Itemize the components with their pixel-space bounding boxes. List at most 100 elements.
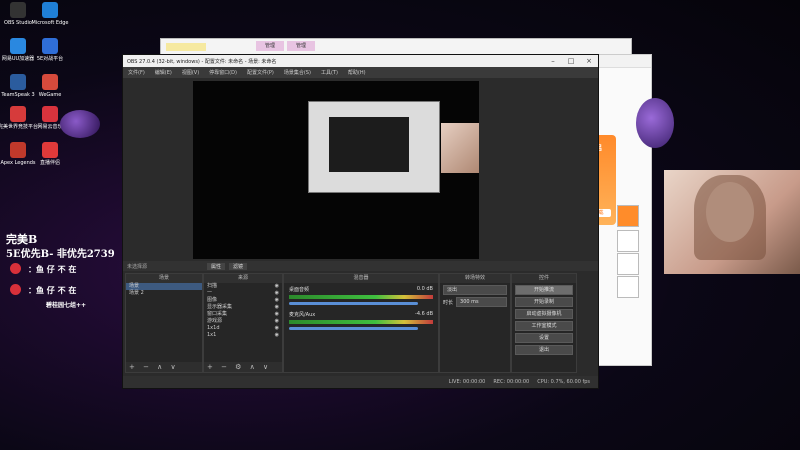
overlay-line5: 碧桂园七组++ [46, 302, 87, 309]
bg-tab-1[interactable]: 管理 [256, 41, 284, 51]
source-item[interactable]: 窗口采集 ◉ [204, 311, 282, 318]
duration-label: 时长 [443, 299, 454, 306]
bg-tab-yellow [166, 43, 206, 51]
menu-item[interactable]: 编辑(E) [150, 69, 177, 76]
source-item[interactable]: 显示器采集 ◉ [204, 304, 282, 311]
source-item[interactable]: 游戏源 ◉ [204, 318, 282, 325]
app-icon [42, 38, 58, 54]
properties-button[interactable]: 属性 [207, 262, 226, 270]
volume-meter [289, 295, 433, 299]
source-item[interactable]: 扫描 ◉ [204, 283, 282, 290]
menu-item[interactable]: 停靠窗口(D) [204, 69, 242, 76]
visibility-icon[interactable]: ◉ [275, 283, 279, 290]
volume-meter [289, 320, 433, 324]
mixer-dock: 混音器 桌面音频 0.0 dB 麦克风/Aux -4.6 dB [283, 273, 439, 373]
transitions-dock: 转场特效 淡出 时长 300 ms [439, 273, 511, 373]
mixer-channel: 麦克风/Aux -4.6 dB [286, 311, 436, 330]
control-button[interactable]: 设置 [515, 333, 573, 343]
menu-item[interactable]: 帮助(H) [343, 69, 371, 76]
visibility-icon[interactable]: ◉ [275, 311, 279, 318]
channel-name: 桌面音频 [289, 287, 310, 293]
source-item[interactable]: 1x1 ◉ [204, 332, 282, 339]
controls-buttons: 开始推流开始录制启动虚拟摄像机 工作室模式设置退出 [512, 285, 576, 355]
app-icon [42, 142, 58, 158]
app-icon [10, 38, 26, 54]
source-label: 图像 [207, 297, 218, 303]
close-icon[interactable]: × [580, 57, 598, 65]
sources-toolbar[interactable]: + − ⚙ ∧ ∨ [204, 362, 282, 372]
maximize-icon[interactable]: □ [562, 57, 580, 65]
desktop-icon-label: WeGame [38, 92, 62, 98]
scene-list: 场景 场景 2 [126, 283, 202, 297]
menu-item[interactable]: 配置文件(P) [242, 69, 279, 76]
source-item[interactable]: 1x1d ◉ [204, 325, 282, 332]
desktop-icon[interactable]: Microsoft Edge [30, 2, 70, 26]
mixer-header: 混音器 [284, 274, 438, 283]
control-button[interactable]: 工作室模式 [515, 321, 573, 331]
desktop-icon-label: 直播伴侣 [39, 160, 60, 166]
obs-statusbar: LIVE: 00:00:00 REC: 00:00:00 CPU: 0.7%, … [123, 376, 598, 388]
menu-item[interactable]: 视图(V) [177, 69, 204, 76]
app-icon [10, 106, 26, 122]
overlay-weibo2: ：鱼 仔 不 在 [28, 285, 77, 295]
duration-input[interactable]: 300 ms [456, 297, 507, 307]
transition-select[interactable]: 淡出 [443, 285, 507, 295]
source-label: 1x1 [207, 332, 217, 338]
visibility-icon[interactable]: ◉ [275, 290, 279, 297]
volume-slider[interactable] [289, 327, 418, 330]
source-item[interactable]: 图像 ◉ [204, 297, 282, 304]
source-label: 1x1d [207, 325, 220, 331]
sources-header: 来源 [204, 274, 282, 283]
headset-icon[interactable] [617, 276, 639, 298]
desktop-icon[interactable]: 直播伴侣 [30, 142, 70, 166]
scenes-toolbar[interactable]: + − ∧ ∨ [126, 362, 202, 372]
obs-preview[interactable] [193, 81, 479, 259]
visibility-icon[interactable]: ◉ [275, 304, 279, 311]
channel-db: -4.6 dB [415, 311, 433, 317]
source-label: 扫描 [207, 283, 218, 289]
source-label: 窗口采集 [207, 311, 228, 317]
overlay-weibo1: ：鱼 仔 不 在 [28, 264, 77, 274]
visibility-icon[interactable]: ◉ [275, 318, 279, 325]
control-button[interactable]: 启动虚拟摄像机 [515, 309, 573, 319]
no-source-selected: 未选择源 [127, 263, 148, 270]
preview-nested-window [308, 101, 440, 193]
channel-db: 0.0 dB [416, 286, 433, 292]
weibo-icon-2 [10, 284, 21, 295]
bg-tab-2[interactable]: 管理 [287, 41, 315, 51]
mixer-channel: 桌面音频 0.0 dB [286, 286, 436, 305]
control-button[interactable]: 开始推流 [515, 285, 573, 295]
scenes-header: 场景 [126, 274, 202, 283]
visibility-icon[interactable]: ◉ [275, 332, 279, 339]
source-label: 显示器采集 [207, 304, 233, 310]
preview-webcam [441, 123, 479, 173]
app-icon [42, 74, 58, 90]
scene-item[interactable]: 场景 [126, 283, 202, 290]
mixer-channels: 桌面音频 0.0 dB 麦克风/Aux -4.6 dB [284, 286, 438, 330]
minimize-icon[interactable]: – [544, 57, 562, 65]
gift-icon[interactable] [617, 253, 639, 275]
control-button[interactable]: 退出 [515, 345, 573, 355]
home-icon[interactable] [617, 230, 639, 252]
app-icon [42, 106, 58, 122]
menu-item[interactable]: 文件(F) [123, 69, 150, 76]
controls-dock: 控件 开始推流 开始录制 启动虚拟摄像机 工作室模式 设置 退出 [511, 273, 577, 373]
control-button[interactable]: 开始录制 [515, 297, 573, 307]
obs-title: OBS 27.0.4 (32-bit, windows) - 配置文件: 未命名… [127, 58, 277, 65]
scene-item[interactable]: 场景 2 [126, 290, 202, 297]
cpu-status: CPU: 0.7%, 60.00 fps [537, 379, 590, 385]
channel-name: 麦克风/Aux [289, 312, 316, 318]
desktop-icon[interactable]: WeGame [30, 74, 70, 98]
rec-status: REC: 00:00:00 [493, 379, 530, 385]
visibility-icon[interactable]: ◉ [275, 297, 279, 304]
menu-item[interactable]: 场景集合(S) [279, 69, 316, 76]
source-item[interactable]: 一 ◉ [204, 290, 282, 297]
visibility-icon[interactable]: ◉ [275, 325, 279, 332]
desktop-icon-label: Microsoft Edge [31, 20, 69, 26]
volume-slider[interactable] [289, 302, 418, 305]
filters-button[interactable]: 滤镜 [229, 262, 248, 270]
desktop-icon[interactable]: 5E对战平台 [30, 38, 70, 62]
play-icon[interactable] [617, 205, 639, 227]
menu-item[interactable]: 工具(T) [316, 69, 343, 76]
transitions-header: 转场特效 [440, 274, 510, 283]
